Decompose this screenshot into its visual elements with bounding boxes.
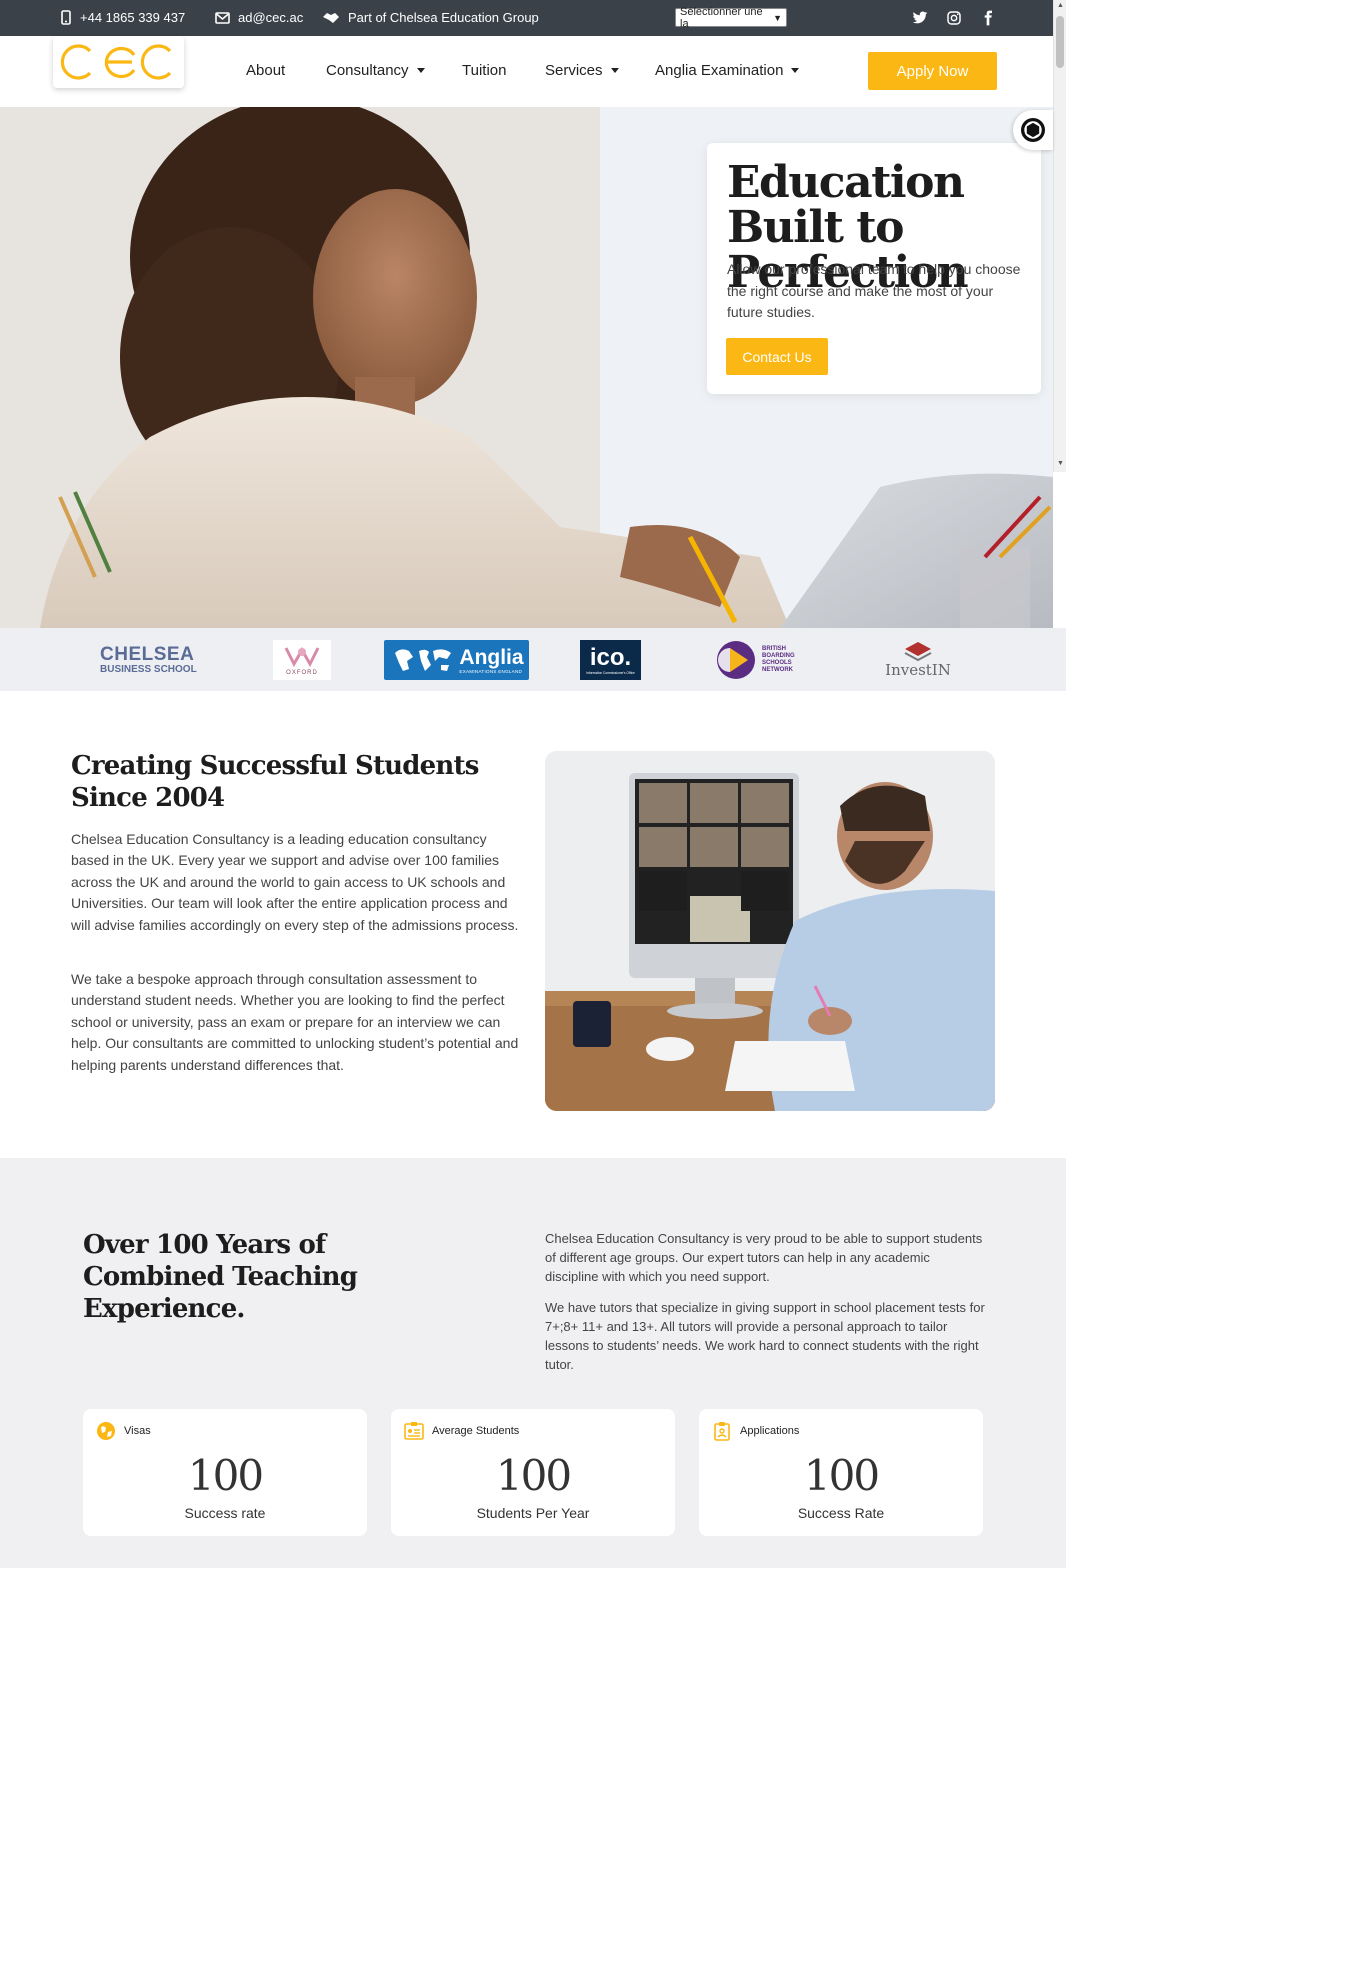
clipboard-icon xyxy=(714,1422,730,1441)
group-link[interactable]: Part of Chelsea Education Group xyxy=(322,10,539,25)
stat-value: 100 xyxy=(187,1451,264,1500)
about-paragraph-1: Chelsea Education Consultancy is a leadi… xyxy=(71,831,519,933)
accessibility-button[interactable] xyxy=(1013,110,1053,150)
stat-card-visas: Visas 100 Success rate xyxy=(83,1409,367,1536)
stat-value: 100 xyxy=(803,1451,880,1500)
language-select[interactable]: Sélectionner une la ▼ xyxy=(675,5,787,30)
accessibility-icon xyxy=(1021,118,1045,142)
oxford-logo-text: OXFORD xyxy=(286,670,318,676)
british-boarding-schools-network-logo[interactable]: BRITISH BOARDING SCHOOLS NETWORK xyxy=(716,640,808,680)
investin-logo[interactable]: InvestIN xyxy=(885,640,951,680)
nav-tuition[interactable]: Tuition xyxy=(462,62,506,79)
stat-caption: Success Rate xyxy=(797,1505,885,1521)
instagram-icon[interactable] xyxy=(946,10,962,26)
nav-anglia-examination[interactable]: Anglia Examination xyxy=(655,62,800,79)
anglia-examinations-logo[interactable]: Anglia EXAMINATIONS ENGLAND xyxy=(384,640,529,680)
language-select-value: Sélectionner une la xyxy=(680,5,763,30)
facebook-icon[interactable] xyxy=(980,10,996,26)
phone-number: +44 1865 339 437 xyxy=(80,10,186,25)
scroll-down-icon[interactable]: ▼ xyxy=(1057,460,1064,467)
experience-paragraph-1: Chelsea Education Consultancy is very pr… xyxy=(545,1231,983,1284)
phone-icon xyxy=(61,10,71,25)
cec-logo[interactable]: CEC xyxy=(53,36,184,88)
apply-now-button[interactable]: Apply Now xyxy=(868,52,997,90)
experience-section-title: Over 100 Years of Combined Teaching Expe… xyxy=(83,1230,358,1324)
nav-services[interactable]: Services xyxy=(545,62,619,79)
phone-contact[interactable]: +44 1865 339 437 xyxy=(60,10,185,25)
email-contact[interactable]: ad@cec.ac xyxy=(215,10,303,25)
handshake-icon xyxy=(323,12,339,23)
about-photo-illustration xyxy=(545,751,995,1111)
experience-paragraph-2: We have tutors that specialize in giving… xyxy=(545,1300,985,1372)
nav-anglia-label: Anglia Examination xyxy=(655,62,784,79)
stat-caption: Success rate xyxy=(184,1505,266,1521)
world-map-icon xyxy=(395,649,452,671)
about-section-title: Creating Successful Students Since 2004 xyxy=(71,751,479,813)
nav-consultancy[interactable]: Consultancy xyxy=(326,62,425,79)
investin-logo-text: InvestIN xyxy=(885,661,951,679)
ico-logo-text: ico. xyxy=(589,644,632,671)
twitter-icon[interactable] xyxy=(912,10,928,26)
anglia-logo-subtext: EXAMINATIONS ENGLAND xyxy=(459,668,523,674)
stat-card-applications: Applications 100 Success Rate xyxy=(699,1409,983,1536)
stat-caption: Students Per Year xyxy=(476,1505,590,1521)
ico-logo[interactable]: ico. Information Commissioner's Office xyxy=(580,640,641,680)
chelsea-business-school-logo[interactable]: CHELSEA BUSINESS SCHOOL xyxy=(100,640,198,680)
investin-emblem-icon xyxy=(904,642,932,661)
caret-down-icon xyxy=(791,68,800,73)
bbsn-emblem-icon xyxy=(717,641,755,679)
oxford-school-logo[interactable]: OXFORD xyxy=(273,640,331,680)
chelsea-logo-line1: CHELSEA xyxy=(100,644,195,665)
partner-logos-strip: CHELSEA BUSINESS SCHOOL OXFORD Anglia EX… xyxy=(0,628,1066,691)
contact-us-button[interactable]: Contact Us xyxy=(726,338,828,375)
anglia-logo-text: Anglia xyxy=(459,645,524,669)
caret-down-icon xyxy=(610,68,619,73)
envelope-icon xyxy=(215,11,230,24)
about-paragraph-2: We take a bespoke approach through consu… xyxy=(71,971,519,1073)
scroll-up-icon[interactable]: ▲ xyxy=(1057,2,1064,9)
nav-consultancy-label: Consultancy xyxy=(326,62,409,79)
top-bar: +44 1865 339 437 ad@cec.ac Part of Chels… xyxy=(0,0,1053,36)
caret-down-icon xyxy=(416,68,425,73)
globe-icon xyxy=(97,1422,115,1440)
nav-about-label: About xyxy=(246,62,286,79)
stat-label: Applications xyxy=(740,1425,800,1437)
email-address: ad@cec.ac xyxy=(238,10,304,25)
about-photo-online-meeting xyxy=(545,751,995,1111)
nav-services-label: Services xyxy=(545,62,603,79)
oxford-crest-icon xyxy=(284,646,320,668)
page-scrollbar[interactable]: ▲ ▼ xyxy=(1053,0,1066,472)
hero-description: Allow our professional team to help you … xyxy=(727,261,1021,320)
bbsn-logo-text: BRITISH BOARDING SCHOOLS NETWORK xyxy=(762,646,795,673)
nav-about[interactable]: About xyxy=(246,62,285,79)
stat-label: Average Students xyxy=(432,1425,520,1437)
ico-logo-subtext: Information Commissioner's Office xyxy=(586,671,635,675)
id-card-icon xyxy=(404,1422,424,1440)
stat-label: Visas xyxy=(124,1425,151,1437)
stat-card-average-students: Average Students 100 Students Per Year xyxy=(391,1409,675,1536)
stat-value: 100 xyxy=(495,1451,572,1500)
chevron-down-icon: ▼ xyxy=(773,12,782,23)
cec-logo-mark xyxy=(60,44,171,80)
group-label: Part of Chelsea Education Group xyxy=(348,10,539,25)
nav-tuition-label: Tuition xyxy=(462,62,507,79)
chelsea-logo-line2: BUSINESS SCHOOL xyxy=(100,664,197,675)
scrollbar-thumb[interactable] xyxy=(1056,16,1064,68)
